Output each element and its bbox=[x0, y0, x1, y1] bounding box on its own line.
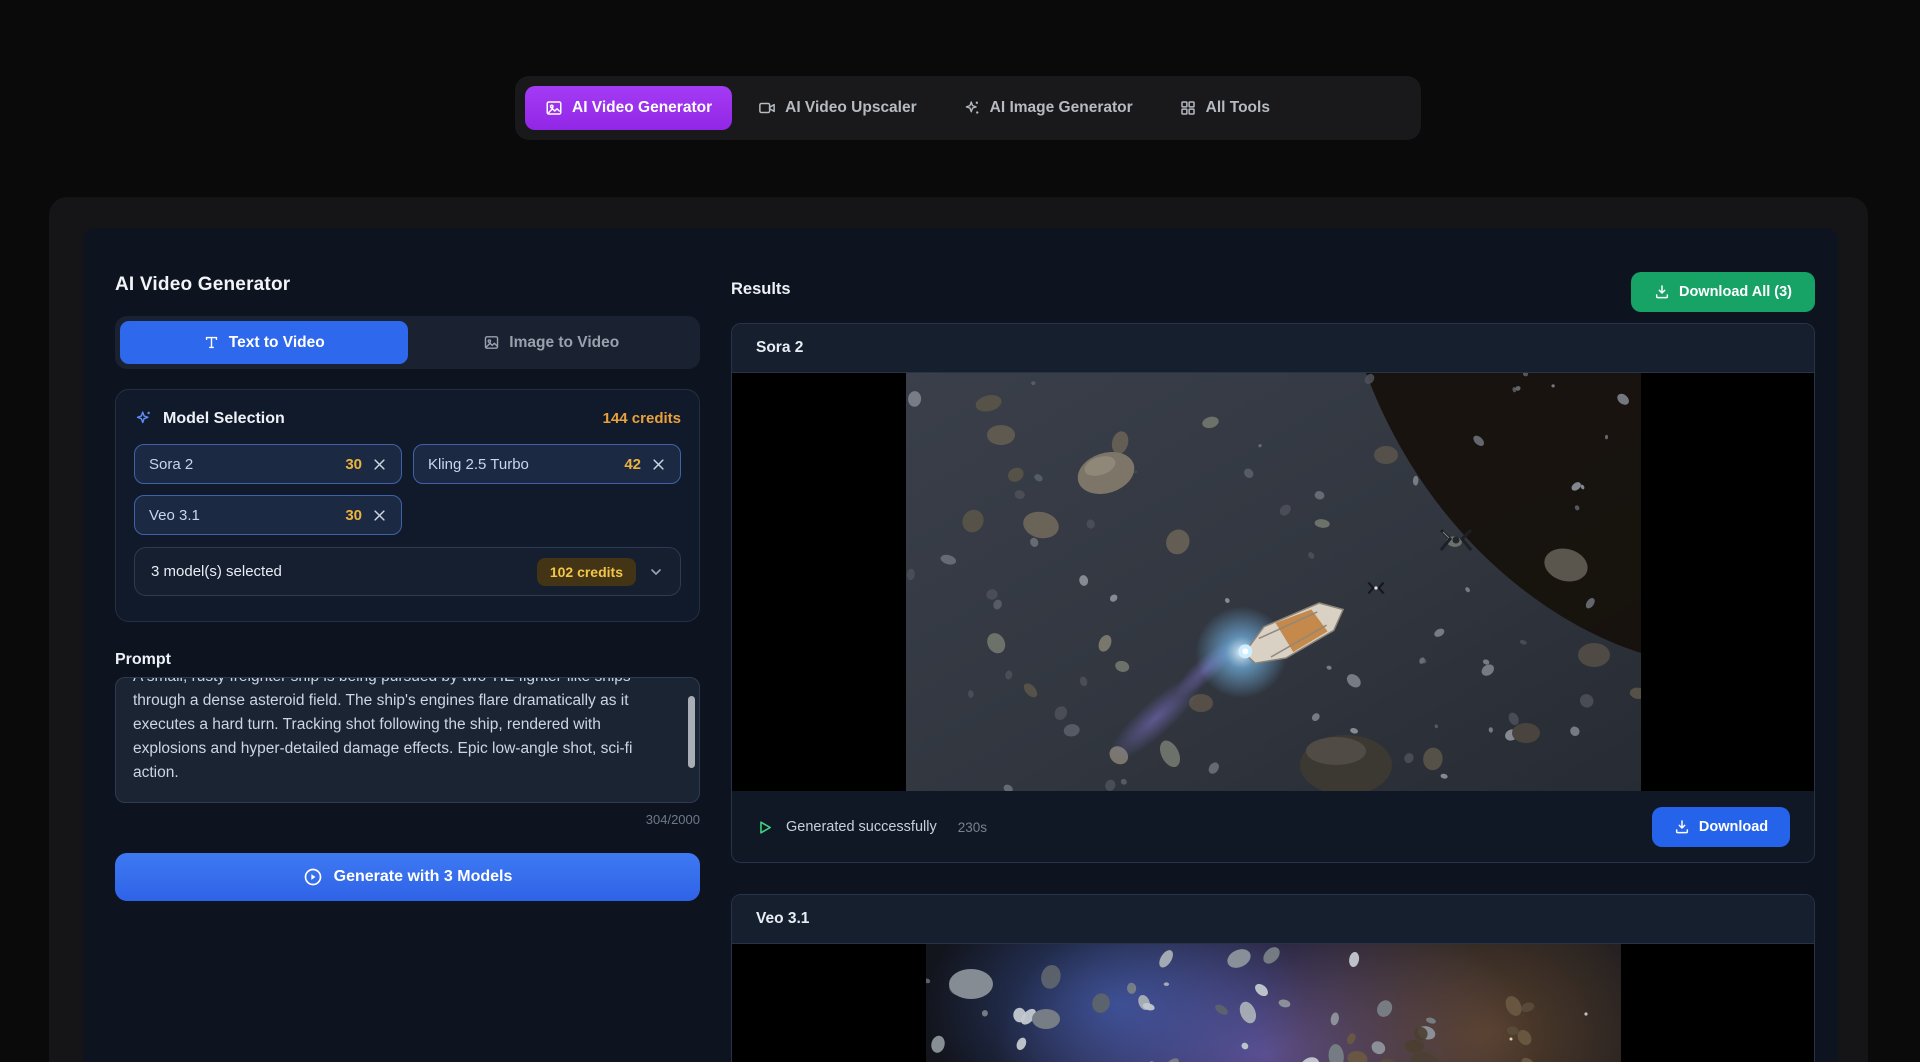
status-text: Generated successfully bbox=[786, 819, 937, 835]
play-circle-icon bbox=[303, 867, 323, 887]
video-camera-icon bbox=[758, 99, 776, 117]
tab-ai-video-upscaler[interactable]: AI Video Upscaler bbox=[738, 86, 937, 130]
prompt-scrollbar[interactable] bbox=[688, 696, 695, 768]
page-title: AI Video Generator bbox=[115, 274, 290, 296]
remove-model-icon[interactable] bbox=[651, 457, 666, 472]
generate-label: Generate with 3 Models bbox=[334, 868, 513, 886]
chevron-down-icon bbox=[648, 564, 664, 580]
generate-button[interactable]: Generate with 3 Models bbox=[115, 853, 700, 901]
sparkles-icon bbox=[963, 99, 981, 117]
model-name: Veo 3.1 bbox=[149, 507, 335, 524]
mode-image-to-video[interactable]: Image to Video bbox=[408, 321, 696, 364]
model-credits: 42 bbox=[624, 456, 641, 473]
results-title: Results bbox=[731, 280, 791, 299]
workspace-panel: AI Video Generator Text to Video Image t… bbox=[83, 228, 1838, 1062]
mode-label: Text to Video bbox=[229, 334, 325, 352]
prompt-label: Prompt bbox=[115, 651, 171, 669]
model-name: Sora 2 bbox=[149, 456, 335, 473]
tab-label: AI Video Upscaler bbox=[785, 99, 917, 117]
download-icon bbox=[1674, 819, 1690, 835]
mode-text-to-video[interactable]: Text to Video bbox=[120, 321, 408, 364]
model-chip-sora-2[interactable]: Sora 2 30 bbox=[134, 444, 402, 484]
download-icon bbox=[1654, 284, 1670, 300]
total-credits: 144 credits bbox=[603, 410, 681, 427]
result-card-veo-31: Veo 3.1 bbox=[731, 894, 1815, 1062]
video-thumbnail-veo-31[interactable] bbox=[732, 944, 1814, 1062]
download-button[interactable]: Download bbox=[1652, 807, 1790, 847]
tab-ai-image-generator[interactable]: AI Image Generator bbox=[943, 86, 1153, 130]
prompt-input[interactable]: A small, rusty freighter ship is being p… bbox=[115, 677, 700, 803]
grid-icon bbox=[1179, 99, 1197, 117]
tab-label: AI Image Generator bbox=[990, 99, 1133, 117]
model-selection-title: Model Selection bbox=[163, 410, 593, 428]
model-credits: 30 bbox=[345, 456, 362, 473]
result-card-sora-2: Sora 2 bbox=[731, 323, 1815, 863]
model-chip-veo-31[interactable]: Veo 3.1 30 bbox=[134, 495, 402, 535]
download-all-label: Download All (3) bbox=[1679, 284, 1792, 300]
video-generator-icon bbox=[545, 99, 563, 117]
model-selection-card: Model Selection 144 credits Sora 2 30 Kl… bbox=[115, 389, 700, 622]
app-page: AI Video Generator AI Video Upscaler AI … bbox=[0, 0, 1920, 1062]
model-chips: Sora 2 30 Kling 2.5 Turbo 42 Veo 3.1 30 bbox=[134, 444, 681, 535]
download-all-button[interactable]: Download All (3) bbox=[1631, 272, 1815, 312]
result-status-bar: Generated successfully 230s Download bbox=[732, 791, 1814, 863]
tab-label: All Tools bbox=[1206, 99, 1270, 117]
remove-model-icon[interactable] bbox=[372, 457, 387, 472]
model-credits: 30 bbox=[345, 507, 362, 524]
selected-count-label: 3 model(s) selected bbox=[151, 563, 525, 580]
tab-ai-video-generator[interactable]: AI Video Generator bbox=[525, 86, 732, 130]
play-icon[interactable] bbox=[756, 819, 773, 836]
model-name: Kling 2.5 Turbo bbox=[428, 456, 614, 473]
model-chip-kling-25-turbo[interactable]: Kling 2.5 Turbo 42 bbox=[413, 444, 681, 484]
sparkle-icon bbox=[134, 409, 153, 428]
image-icon bbox=[483, 334, 500, 351]
tab-all-tools[interactable]: All Tools bbox=[1159, 86, 1290, 130]
video-thumbnail-sora-2[interactable] bbox=[732, 373, 1814, 791]
duration-text: 230s bbox=[958, 820, 987, 835]
credits-badge: 102 credits bbox=[537, 558, 636, 586]
model-selector-dropdown[interactable]: 3 model(s) selected 102 credits bbox=[134, 547, 681, 596]
mode-label: Image to Video bbox=[509, 334, 619, 352]
char-counter: 304/2000 bbox=[115, 812, 700, 827]
space-scene-sora bbox=[906, 373, 1641, 791]
result-model-title: Veo 3.1 bbox=[732, 895, 1814, 944]
top-toolbar: AI Video Generator AI Video Upscaler AI … bbox=[515, 76, 1421, 140]
prompt-text: A small, rusty freighter ship is being p… bbox=[133, 677, 677, 785]
mode-toggle: Text to Video Image to Video bbox=[115, 316, 700, 369]
tab-label: AI Video Generator bbox=[572, 99, 712, 117]
main-card: AI Video Generator Text to Video Image t… bbox=[49, 197, 1868, 1062]
remove-model-icon[interactable] bbox=[372, 508, 387, 523]
result-model-title: Sora 2 bbox=[732, 324, 1814, 373]
space-scene-veo bbox=[926, 944, 1621, 1062]
text-icon bbox=[203, 334, 220, 351]
download-label: Download bbox=[1699, 819, 1768, 835]
